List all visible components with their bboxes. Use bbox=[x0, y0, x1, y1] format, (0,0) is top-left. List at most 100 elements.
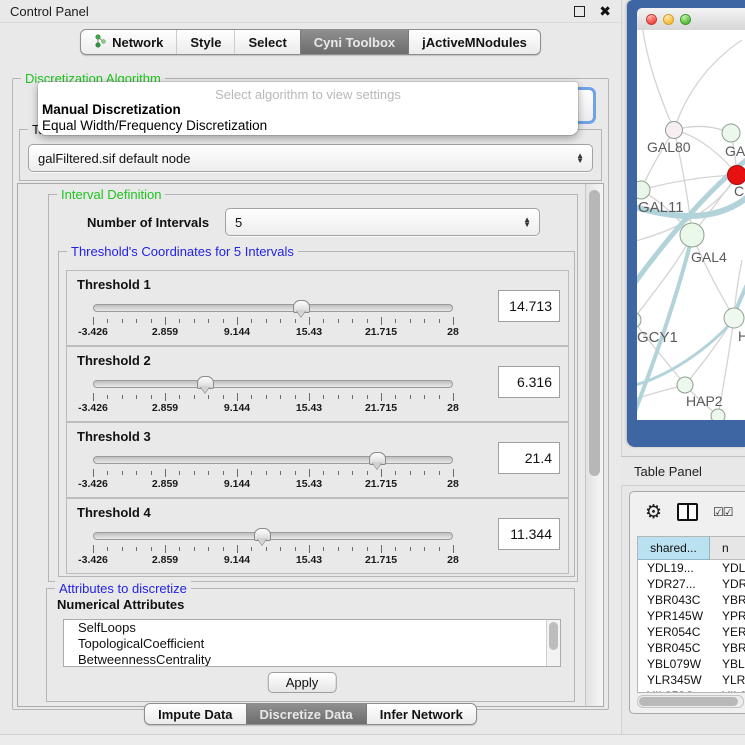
tab-jactivemnodules[interactable]: jActiveMNodules bbox=[408, 30, 540, 54]
close-icon[interactable]: ✖ bbox=[599, 6, 611, 16]
threshold-2-value-field[interactable]: 6.316 bbox=[498, 366, 560, 398]
cell-shared-name: YER054C bbox=[638, 625, 710, 639]
algorithm-option-equal-width-frequency[interactable]: Equal Width/Frequency Discretization bbox=[42, 118, 267, 133]
network-edge[interactable] bbox=[674, 40, 742, 130]
table-data-group: Table Data galFiltered.sif default node … bbox=[19, 129, 602, 181]
table-row[interactable]: YIL053CYIL0 bbox=[638, 688, 745, 693]
column-header-shared-name[interactable]: shared... bbox=[638, 537, 710, 560]
traffic-light-minimize-icon[interactable] bbox=[663, 14, 674, 25]
tick-mark bbox=[439, 471, 440, 475]
tick-mark bbox=[122, 319, 123, 323]
select-columns-icon[interactable]: ☑☑ bbox=[713, 505, 733, 519]
network-node-hap2[interactable] bbox=[677, 377, 693, 393]
attributes-list-scrollbar[interactable] bbox=[546, 620, 560, 666]
gear-icon[interactable]: ⚙ bbox=[645, 503, 662, 522]
threshold-slider-1[interactable] bbox=[93, 304, 453, 314]
algorithm-placeholder-option[interactable]: Select algorithm to view settings bbox=[38, 87, 578, 102]
list-item-betweennesscentrality[interactable]: BetweennessCentrality bbox=[64, 652, 560, 667]
scrollbar-thumb[interactable] bbox=[549, 622, 558, 650]
table-header-row: shared... n bbox=[638, 537, 745, 560]
table-row[interactable]: YPR145WYPR1 bbox=[638, 608, 745, 624]
table-horizontal-scrollbar[interactable] bbox=[637, 695, 744, 708]
tick-mark bbox=[165, 469, 166, 477]
network-node-gal4[interactable] bbox=[680, 223, 704, 247]
slider-track[interactable] bbox=[93, 456, 453, 464]
slider-thumb[interactable] bbox=[197, 376, 214, 389]
numerical-attributes-list[interactable]: SelfLoopsTopologicalCoefficientBetweenne… bbox=[63, 619, 561, 667]
settings-vertical-scrollbar[interactable] bbox=[585, 184, 603, 706]
scrollbar-thumb[interactable] bbox=[589, 190, 600, 476]
tick-mark bbox=[295, 471, 296, 475]
cell-name: YDR2 bbox=[710, 577, 745, 591]
tick-mark bbox=[136, 471, 137, 475]
table-row[interactable]: YER054CYER0 bbox=[638, 624, 745, 640]
table-row[interactable]: YLR345WYLR3 bbox=[638, 672, 745, 688]
network-node-gal80[interactable] bbox=[666, 122, 683, 139]
table-data-combobox[interactable]: galFiltered.sif default node ▲▼ bbox=[28, 144, 593, 172]
table-panel-header: Table Panel bbox=[621, 456, 745, 486]
threshold-slider-2[interactable] bbox=[93, 380, 453, 390]
network-view-window[interactable]: GAL80GACGAL11GAL4GCY1HHAP2 bbox=[627, 0, 745, 447]
slider-ticks bbox=[93, 317, 453, 325]
slider-track[interactable] bbox=[93, 380, 453, 388]
table-row[interactable]: YDR27...YDR2 bbox=[638, 576, 745, 592]
table-row[interactable]: YDL19...YDL1 bbox=[638, 560, 745, 576]
tab-cyni-toolbox[interactable]: Cyni Toolbox bbox=[300, 30, 408, 54]
slider-track[interactable] bbox=[93, 532, 453, 540]
tick-mark bbox=[367, 547, 368, 551]
tab-discretize-data[interactable]: Discretize Data bbox=[246, 704, 366, 724]
threshold-4-value-field[interactable]: 11.344 bbox=[498, 518, 560, 550]
tab-infer-network[interactable]: Infer Network bbox=[366, 704, 476, 724]
network-node-c[interactable] bbox=[728, 166, 745, 185]
threshold-label: Threshold 4 bbox=[77, 505, 151, 520]
tick-mark bbox=[280, 319, 281, 323]
network-node[interactable] bbox=[711, 409, 725, 420]
algorithm-option-manual-discretization[interactable]: Manual Discretization bbox=[42, 102, 181, 117]
tick-mark bbox=[251, 319, 252, 323]
table-row[interactable]: YBR045CYBR0 bbox=[638, 640, 745, 656]
network-edge[interactable] bbox=[642, 30, 674, 130]
threshold-1-value-field[interactable]: 14.713 bbox=[498, 290, 560, 322]
tick-mark bbox=[424, 395, 425, 399]
column-header-name[interactable]: n bbox=[710, 537, 745, 560]
traffic-light-zoom-icon[interactable] bbox=[680, 14, 691, 25]
network-icon bbox=[94, 34, 107, 51]
node-label: H bbox=[738, 328, 745, 344]
network-window-titlebar[interactable] bbox=[637, 8, 745, 31]
tab-network[interactable]: Network bbox=[81, 30, 176, 54]
slider-thumb[interactable] bbox=[293, 300, 310, 313]
list-item-selfloops[interactable]: SelfLoops bbox=[64, 620, 560, 636]
network-node-gal11[interactable] bbox=[637, 181, 650, 199]
slider-thumb[interactable] bbox=[254, 528, 271, 541]
tab-style[interactable]: Style bbox=[176, 30, 234, 54]
tick-mark bbox=[237, 545, 238, 553]
tick-mark bbox=[381, 469, 382, 477]
network-node-h[interactable] bbox=[724, 308, 744, 328]
apply-button[interactable]: Apply bbox=[268, 672, 337, 693]
tab-select[interactable]: Select bbox=[234, 30, 299, 54]
table-row[interactable]: YBR043CYBR0 bbox=[638, 592, 745, 608]
network-node-ga[interactable] bbox=[722, 124, 740, 142]
tab-impute-data[interactable]: Impute Data bbox=[145, 704, 245, 724]
node-table: shared... n YDL19...YDL1YDR27...YDR2YBR0… bbox=[637, 536, 745, 693]
float-window-icon[interactable] bbox=[574, 6, 585, 17]
network-canvas[interactable]: GAL80GACGAL11GAL4GCY1HHAP2 bbox=[637, 30, 745, 420]
split-view-icon[interactable] bbox=[677, 503, 698, 521]
network-edge[interactable] bbox=[692, 235, 734, 318]
tick-mark bbox=[223, 395, 224, 399]
slider-track[interactable] bbox=[93, 304, 453, 312]
node-label: GAL80 bbox=[647, 139, 691, 155]
table-row[interactable]: YBL079WYBL0 bbox=[638, 656, 745, 672]
network-node-gcy1[interactable] bbox=[637, 312, 641, 328]
control-panel-tabs: NetworkStyleSelectCyni ToolboxjActiveMNo… bbox=[80, 29, 541, 55]
tick-label: 2.859 bbox=[152, 478, 178, 490]
list-item-topologicalcoefficient[interactable]: TopologicalCoefficient bbox=[64, 636, 560, 652]
slider-thumb[interactable] bbox=[369, 452, 386, 465]
tick-mark bbox=[208, 319, 209, 323]
threshold-slider-4[interactable] bbox=[93, 532, 453, 542]
traffic-light-close-icon[interactable] bbox=[646, 14, 657, 25]
scrollbar-thumb[interactable] bbox=[639, 697, 738, 706]
threshold-slider-3[interactable] bbox=[93, 456, 453, 466]
threshold-3-value-field[interactable]: 21.4 bbox=[498, 442, 560, 474]
number-of-intervals-combobox[interactable]: 5 ▲▼ bbox=[225, 208, 540, 236]
